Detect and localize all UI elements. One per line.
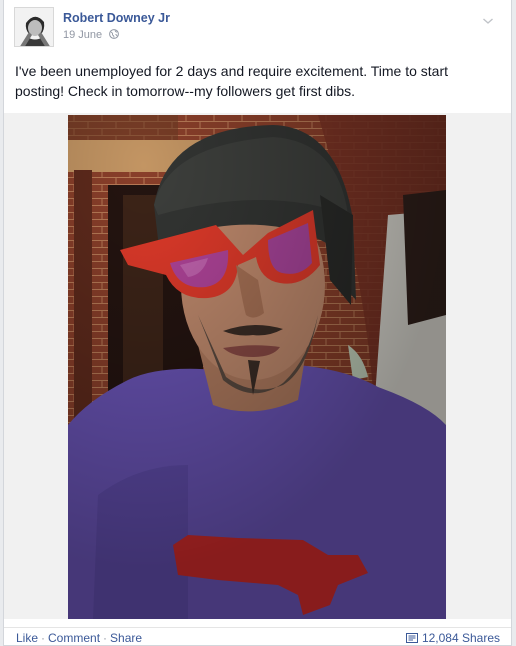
post-photo-area xyxy=(4,113,511,619)
avatar-image xyxy=(15,8,53,46)
author-name[interactable]: Robert Downey Jr xyxy=(63,11,170,25)
share-link[interactable]: Share xyxy=(110,631,142,645)
chevron-down-icon[interactable] xyxy=(482,13,494,24)
post-meta: 19 June xyxy=(63,29,120,41)
post-header: Robert Downey Jr 19 June xyxy=(14,7,504,47)
post-actions: Like · Comment · Share xyxy=(16,631,142,645)
post-date[interactable]: 19 June xyxy=(63,29,102,41)
avatar[interactable] xyxy=(14,7,54,47)
shares-label: 12,084 Shares xyxy=(421,631,500,645)
shares-count[interactable]: 12,084 Shares xyxy=(405,631,500,645)
like-link[interactable]: Like xyxy=(16,631,38,645)
share-icon xyxy=(405,632,418,643)
separator: · xyxy=(41,631,46,645)
globe-icon xyxy=(109,29,120,39)
post-message: I've been unemployed for 2 days and requ… xyxy=(15,63,449,99)
post-photo[interactable] xyxy=(68,115,446,619)
post-card: Robert Downey Jr 19 June I've been unemp… xyxy=(3,0,512,646)
comment-link[interactable]: Comment xyxy=(48,631,100,645)
separator: · xyxy=(103,631,108,645)
post-footer: Like · Comment · Share 12,084 Shares xyxy=(4,627,511,645)
